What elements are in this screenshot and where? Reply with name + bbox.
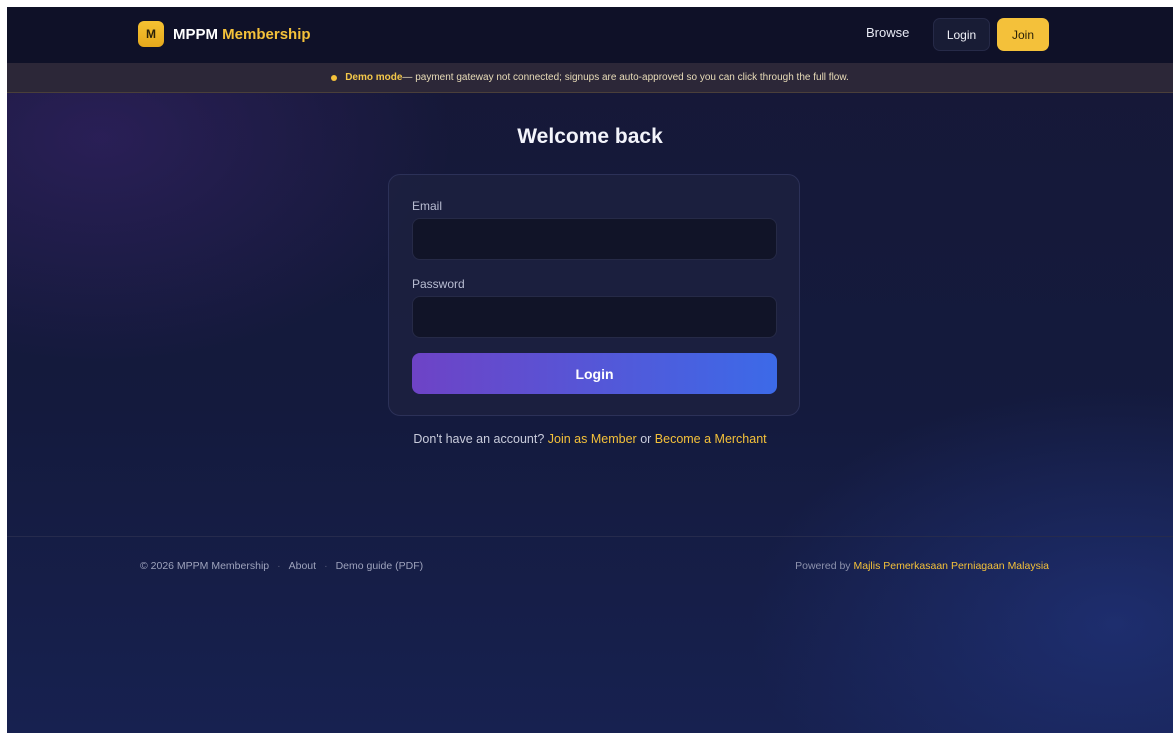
footer-separator: · <box>324 560 328 572</box>
logo-badge-icon: M <box>138 21 164 47</box>
demo-mode-banner: Demo mode — payment gateway not connecte… <box>7 63 1173 93</box>
nav-browse-link[interactable]: Browse <box>866 25 909 40</box>
join-member-link[interactable]: Join as Member <box>548 432 637 446</box>
password-label: Password <box>412 277 465 291</box>
brand-name-main: MPPM <box>173 25 218 43</box>
app-frame: M MPPM Membership Browse Login Join Demo… <box>7 7 1173 733</box>
footer-separator: · <box>277 560 281 572</box>
powered-by-org-link[interactable]: Majlis Pemerkasaan Perniagaan Malaysia <box>853 560 1049 572</box>
footer-about-link[interactable]: About <box>289 560 316 572</box>
powered-by-prefix: Powered by <box>795 560 854 572</box>
nav-login-button[interactable]: Login <box>933 18 990 51</box>
login-card: Email Password Login <box>388 174 800 416</box>
email-label: Email <box>412 199 443 213</box>
become-merchant-link[interactable]: Become a Merchant <box>655 432 767 446</box>
brand-name: MPPM Membership <box>173 26 311 43</box>
top-navbar: M MPPM Membership Browse Login Join <box>7 7 1173 63</box>
banner-message: — payment gateway not connected; signups… <box>402 72 849 83</box>
password-field[interactable] <box>412 296 777 338</box>
footer-divider <box>7 536 1173 537</box>
email-field[interactable] <box>412 218 777 260</box>
brand-name-accent: Membership <box>222 25 311 43</box>
signup-or-text: or <box>636 432 655 446</box>
login-submit-button[interactable]: Login <box>412 353 777 394</box>
brand[interactable]: M MPPM Membership <box>138 21 311 47</box>
footer-demo-guide-link[interactable]: Demo guide (PDF) <box>336 560 424 572</box>
footer-copyright: © 2026 MPPM Membership <box>140 560 270 572</box>
nav-join-button[interactable]: Join <box>997 18 1049 51</box>
signup-prefix-text: Don't have an account? <box>413 432 548 446</box>
footer-links: © 2026 MPPM Membership · About · Demo gu… <box>140 560 423 572</box>
banner-title: Demo mode <box>345 72 403 83</box>
footer-powered-by: Powered by Majlis Pemerkasaan Perniagaan… <box>795 560 1049 572</box>
status-dot-icon <box>331 74 338 81</box>
signup-prompt: Don't have an account? Join as Member or… <box>7 432 1173 446</box>
page-title: Welcome back <box>517 125 663 148</box>
